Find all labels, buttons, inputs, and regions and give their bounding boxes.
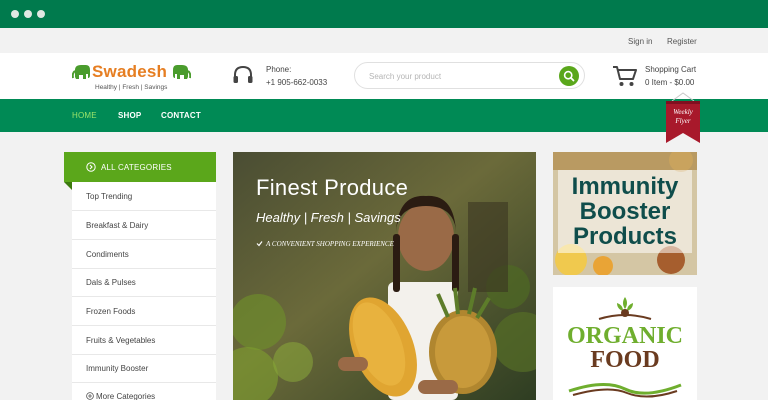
logo-name: Swadesh xyxy=(92,62,168,81)
hero-subtitle: Healthy | Fresh | Savings xyxy=(256,210,401,225)
organic-swoosh-icon xyxy=(568,383,682,398)
hero-tagline: A CONVENIENT SHOPPING EXPERIENCE xyxy=(256,240,394,248)
category-fold-decoration xyxy=(64,182,72,190)
category-item-frozen-foods[interactable]: Frozen Foods xyxy=(72,297,216,326)
search-bar xyxy=(354,62,585,89)
hero-tagline-text: A CONVENIENT SHOPPING EXPERIENCE xyxy=(266,240,394,248)
chevron-right-circle-icon xyxy=(86,162,96,172)
organic-promo-line-1: ORGANIC xyxy=(566,323,683,349)
category-item-immunity-booster[interactable]: Immunity Booster xyxy=(72,354,216,383)
window-minimize-dot[interactable] xyxy=(24,10,32,18)
signin-link[interactable]: Sign in xyxy=(628,37,652,46)
category-label: Breakfast & Dairy xyxy=(86,221,149,230)
cart-label[interactable]: Shopping Cart xyxy=(645,65,696,74)
category-item-breakfast-dairy[interactable]: Breakfast & Dairy xyxy=(72,211,216,240)
cart-icon[interactable] xyxy=(612,64,638,88)
more-categories-label: More Categories xyxy=(96,392,156,400)
category-item-dals-pulses[interactable]: Dals & Pulses xyxy=(72,268,216,297)
flyer-line-1: Weekly xyxy=(673,108,693,116)
organic-leaf-icon xyxy=(598,297,652,320)
topbar: Sign in Register xyxy=(0,28,768,53)
category-label: Fruits & Vegetables xyxy=(86,336,156,345)
headphones-icon xyxy=(233,65,253,83)
immunity-promo-text: Immunity Booster Products xyxy=(553,174,697,249)
category-label: Condiments xyxy=(86,250,129,259)
elephant-icon xyxy=(72,65,90,79)
more-categories-link[interactable]: More Categories xyxy=(86,392,155,400)
immunity-line-1: Immunity xyxy=(571,173,679,200)
all-categories-header[interactable]: ALL CATEGORIES xyxy=(64,152,216,182)
all-categories-label: ALL CATEGORIES xyxy=(101,163,172,172)
immunity-booster-promo[interactable]: Immunity Booster Products xyxy=(553,152,697,275)
category-label: Top Trending xyxy=(86,192,133,201)
search-input[interactable] xyxy=(369,69,549,83)
flyer-line-2: Flyer xyxy=(675,117,691,125)
phone-number[interactable]: +1 905-662-0033 xyxy=(266,78,327,87)
logo-tagline: Healthy | Fresh | Savings xyxy=(95,84,168,91)
nav-home[interactable]: HOME xyxy=(72,111,97,120)
elephant-icon xyxy=(173,65,191,79)
window-maximize-dot[interactable] xyxy=(37,10,45,18)
category-item-fruits-vegetables[interactable]: Fruits & Vegetables xyxy=(72,326,216,355)
category-label: Frozen Foods xyxy=(86,307,136,316)
browser-titlebar xyxy=(0,0,768,28)
category-item-condiments[interactable]: Condiments xyxy=(72,240,216,269)
phone-label: Phone: xyxy=(266,65,292,74)
organic-food-promo[interactable]: ORGANIC FOOD xyxy=(553,287,697,400)
main-nav: HOME SHOP CONTACT xyxy=(0,99,768,132)
register-link[interactable]: Register xyxy=(667,37,697,46)
hero-title: Finest Produce xyxy=(256,175,409,200)
hero-banner[interactable]: Finest Produce Healthy | Fresh | Savings… xyxy=(233,152,536,400)
cart-summary[interactable]: 0 Item - $0.00 xyxy=(645,78,694,87)
weekly-flyer-ribbon[interactable]: Weekly Flyer xyxy=(664,92,702,144)
search-icon xyxy=(563,70,575,82)
nav-shop[interactable]: SHOP xyxy=(118,111,141,120)
category-item-top-trending[interactable]: Top Trending xyxy=(72,182,216,211)
plus-circle-icon xyxy=(86,392,94,400)
immunity-line-2: Booster xyxy=(579,198,671,225)
category-list: Top Trending Breakfast & Dairy Condiment… xyxy=(72,182,216,400)
site-header: Swadesh Healthy | Fresh | Savings Phone:… xyxy=(0,53,768,99)
search-button[interactable] xyxy=(559,66,579,86)
site-logo[interactable]: Swadesh Healthy | Fresh | Savings xyxy=(72,58,192,96)
window-close-dot[interactable] xyxy=(11,10,19,18)
organic-promo-line-2: FOOD xyxy=(590,347,660,373)
nav-contact[interactable]: CONTACT xyxy=(161,111,201,120)
immunity-line-3: Products xyxy=(572,223,677,250)
category-label: Immunity Booster xyxy=(86,364,149,373)
category-label: Dals & Pulses xyxy=(86,278,136,287)
checkmark-icon xyxy=(256,241,263,247)
flyer-label: Weekly Flyer xyxy=(664,108,702,126)
